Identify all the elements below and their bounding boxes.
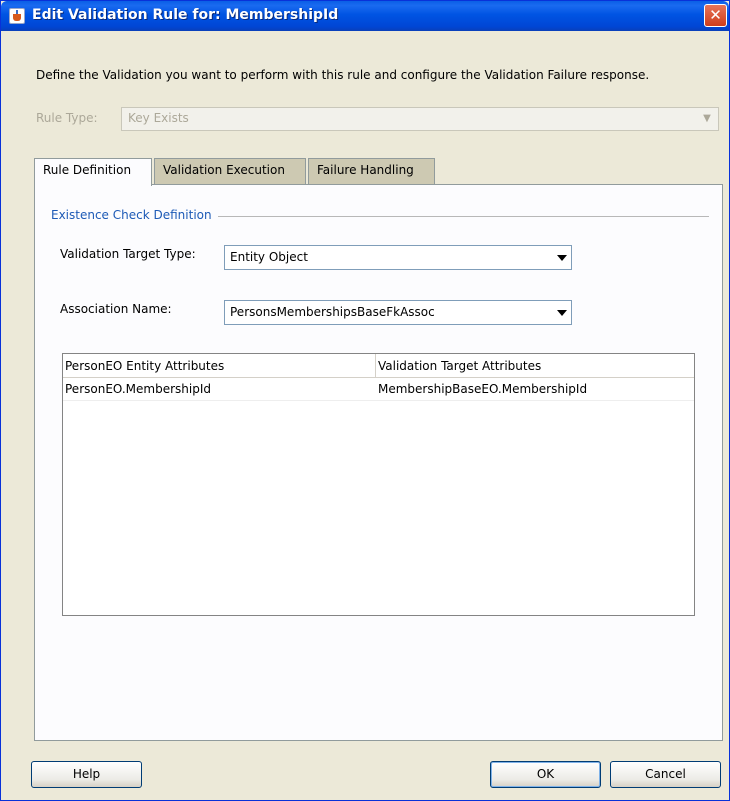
table-cell[interactable]: PersonEO.MembershipId (63, 378, 376, 401)
help-button[interactable]: Help (31, 761, 142, 788)
rule-type-label: Rule Type: (36, 111, 98, 125)
table-header: PersonEO Entity Attributes Validation Ta… (63, 354, 694, 378)
validation-target-type-label: Validation Target Type: (60, 247, 196, 261)
ok-button[interactable]: OK (490, 761, 601, 788)
close-icon: ✕ (709, 6, 722, 24)
association-name-value: PersonsMembershipsBaseFkAssoc (230, 305, 435, 319)
rule-definition-panel: Existence Check Definition Validation Ta… (34, 184, 723, 741)
dialog-title: Edit Validation Rule for: MembershipId (32, 7, 339, 23)
tab-validation-execution[interactable]: Validation Execution (154, 158, 306, 184)
existence-check-group-title: Existence Check Definition (51, 208, 218, 222)
chevron-down-icon (557, 255, 567, 261)
tab-rule-definition[interactable]: Rule Definition (34, 158, 152, 186)
rule-type-select: Key Exists ▼ (121, 107, 719, 131)
chevron-down-icon: ▼ (703, 113, 711, 124)
cancel-button[interactable]: Cancel (610, 761, 721, 788)
association-name-select[interactable]: PersonsMembershipsBaseFkAssoc (224, 300, 572, 325)
validation-target-type-value: Entity Object (230, 250, 308, 264)
chevron-down-icon (557, 310, 567, 316)
association-name-label: Association Name: (60, 302, 172, 316)
dialog-description: Define the Validation you want to perfor… (36, 68, 650, 82)
rule-type-value: Key Exists (128, 111, 189, 125)
column-header-target-attributes[interactable]: Validation Target Attributes (376, 354, 694, 378)
attributes-table[interactable]: PersonEO Entity Attributes Validation Ta… (62, 353, 695, 616)
validation-target-type-select[interactable]: Entity Object (224, 245, 572, 270)
java-cup-icon (9, 8, 25, 24)
column-header-entity-attributes[interactable]: PersonEO Entity Attributes (63, 354, 376, 378)
tab-failure-handling[interactable]: Failure Handling (308, 158, 435, 184)
title-bar[interactable]: Edit Validation Rule for: MembershipId ✕ (1, 1, 729, 31)
close-button[interactable]: ✕ (704, 4, 727, 27)
table-row[interactable]: PersonEO.MembershipId MembershipBaseEO.M… (63, 378, 694, 401)
edit-validation-rule-dialog: Edit Validation Rule for: MembershipId ✕… (0, 0, 730, 801)
table-cell[interactable]: MembershipBaseEO.MembershipId (376, 378, 694, 401)
